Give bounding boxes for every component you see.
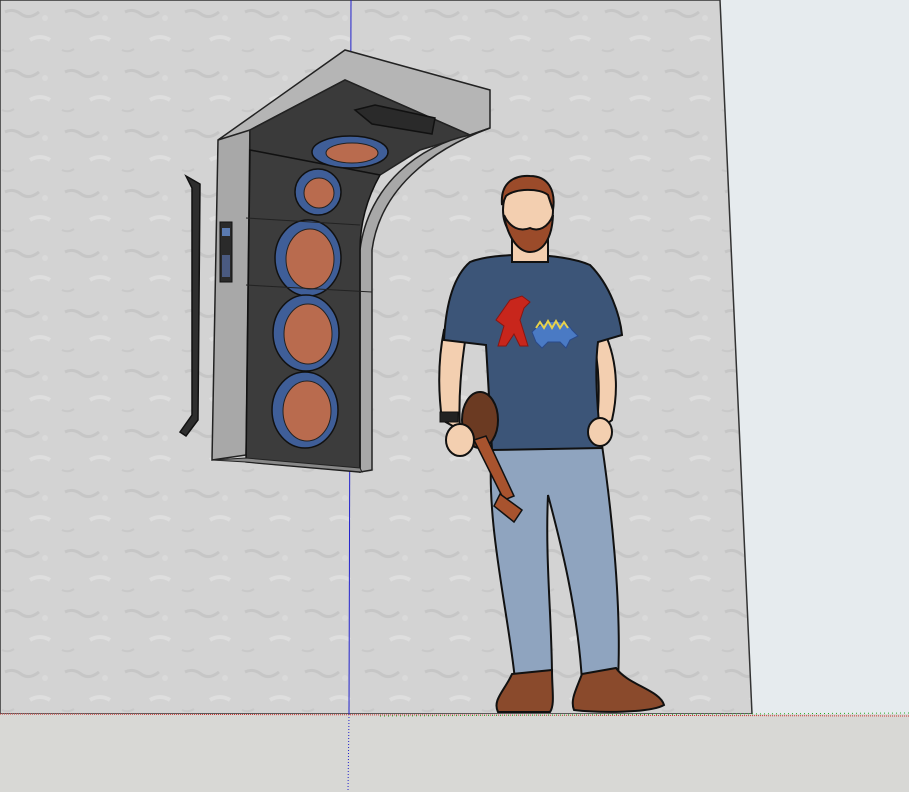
driver-cone bbox=[283, 303, 333, 365]
scene-canvas bbox=[0, 0, 909, 792]
control-indicator bbox=[222, 228, 230, 236]
wristwatch bbox=[439, 411, 459, 423]
right-hand bbox=[587, 417, 613, 447]
cabinet-frame-left bbox=[211, 118, 251, 461]
ground-plane bbox=[0, 714, 909, 792]
driver-cone bbox=[285, 228, 335, 290]
driver-cone bbox=[282, 380, 332, 442]
left-hand bbox=[445, 423, 475, 457]
control-slot bbox=[222, 255, 230, 277]
3d-viewport[interactable] bbox=[0, 0, 909, 792]
driver-cone bbox=[325, 142, 379, 164]
driver-cone bbox=[303, 177, 335, 209]
